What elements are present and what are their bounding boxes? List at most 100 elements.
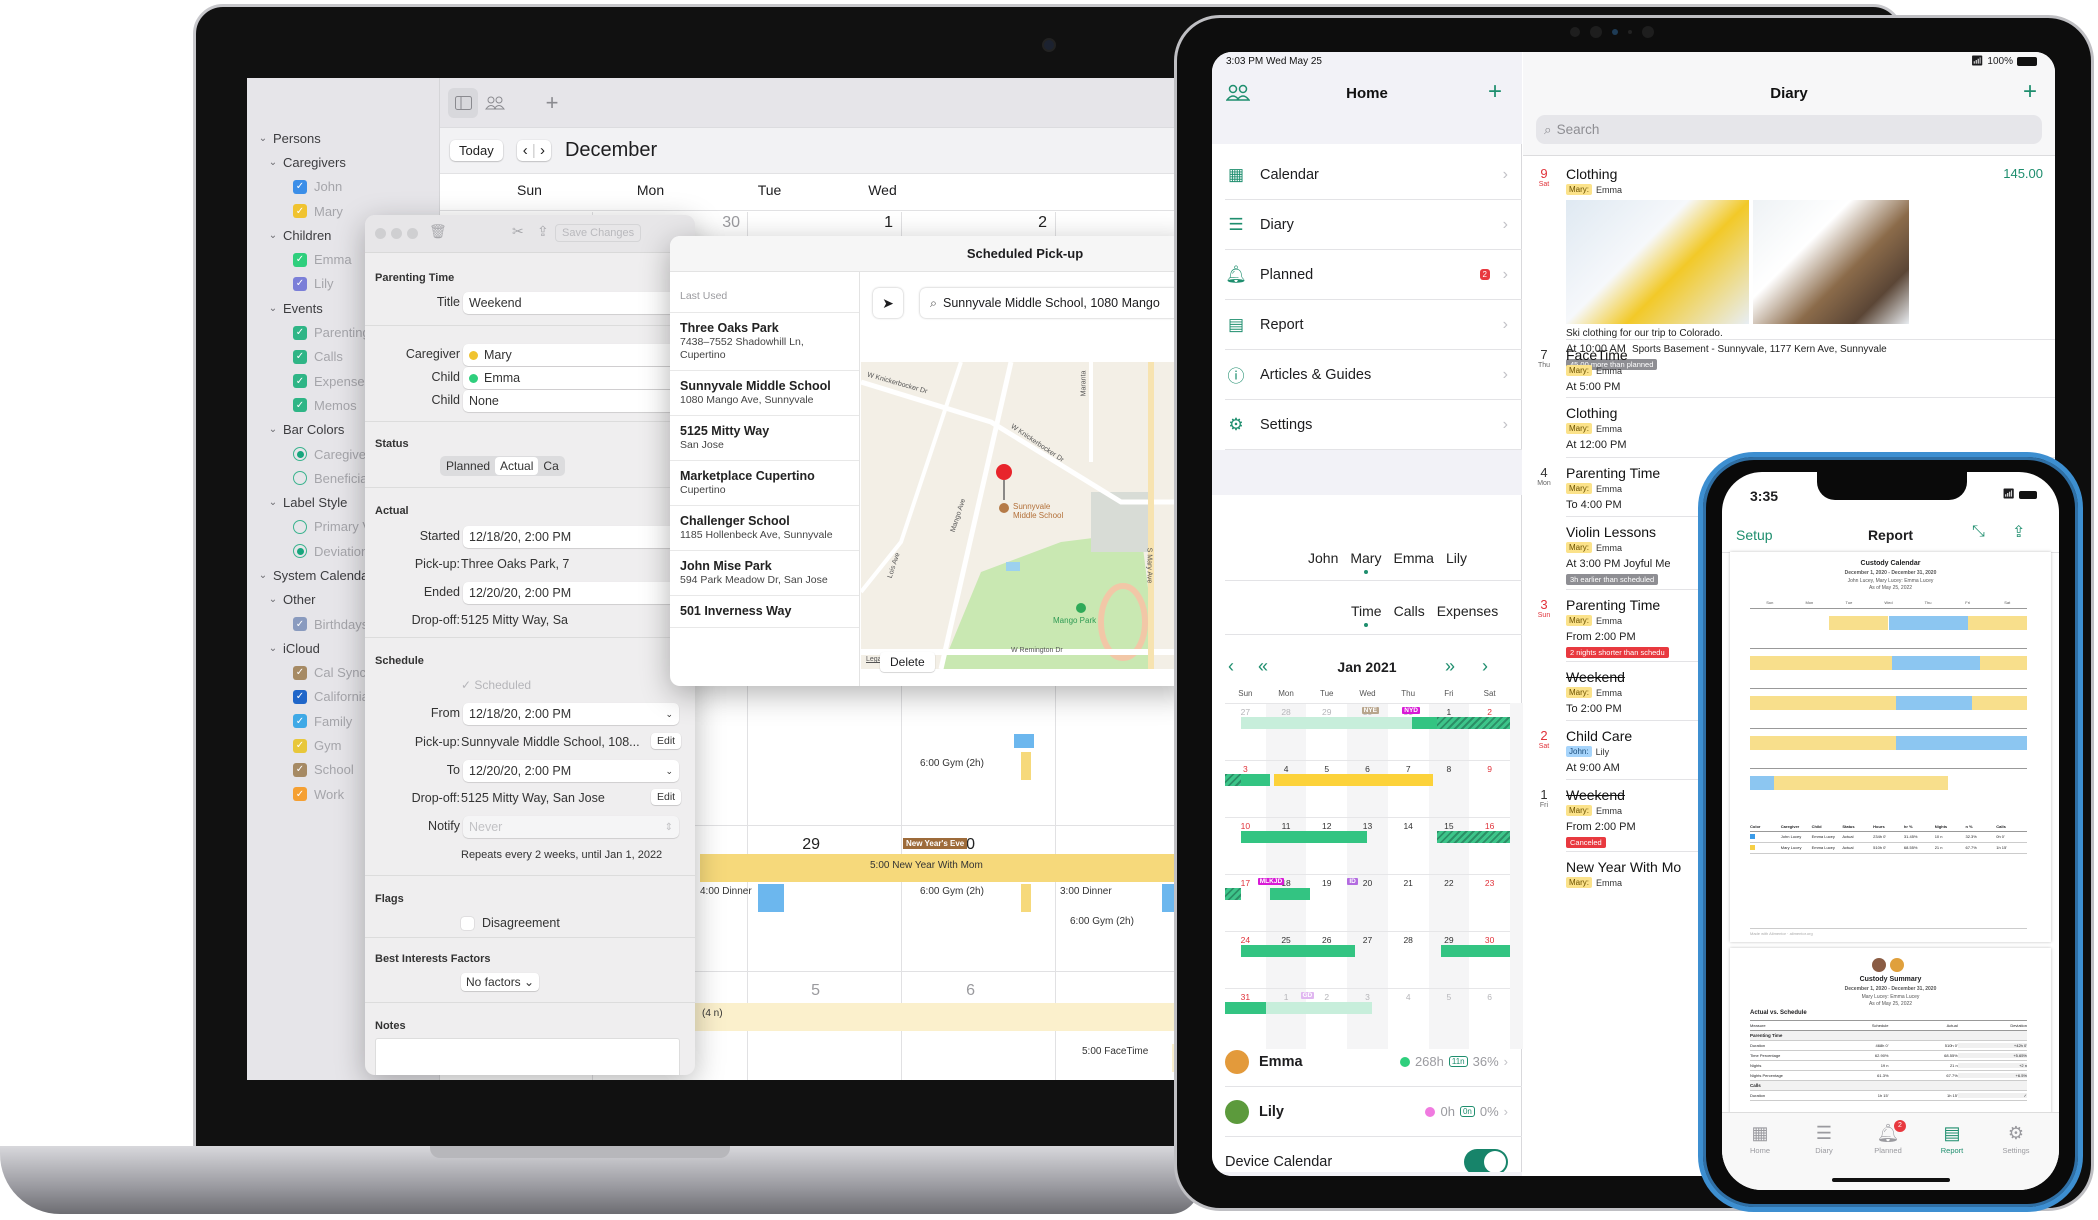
- checkbox-icon[interactable]: ✓: [293, 398, 307, 413]
- calendar-event[interactable]: (4 n): [702, 1008, 723, 1019]
- calendar-day[interactable]: 3: [1225, 764, 1266, 774]
- expand-button[interactable]: ⤡: [1972, 523, 1985, 541]
- today-button[interactable]: Today: [450, 140, 503, 161]
- tools-icon[interactable]: ✂︎: [512, 223, 524, 240]
- tab-report[interactable]: ▤ Report: [1922, 1123, 1982, 1155]
- menu-item-planned[interactable]: 🔔︎ Planned 2 ›: [1225, 250, 1522, 300]
- location-item[interactable]: Challenger School 1185 Hollenbeck Ave, Su…: [670, 506, 859, 551]
- calendar-event[interactable]: 5:00 FaceTime: [1082, 1046, 1148, 1057]
- status-option[interactable]: Planned: [441, 457, 495, 475]
- parenting-bar[interactable]: [1225, 888, 1242, 900]
- calendar-day[interactable]: 22: [1429, 878, 1470, 888]
- calendar-event[interactable]: 6:00 Gym (2h): [1070, 916, 1134, 927]
- add-button[interactable]: +: [1488, 78, 1502, 106]
- parenting-bar[interactable]: [1440, 945, 1510, 957]
- calendar-day[interactable]: 5: [1306, 764, 1347, 774]
- radio-icon[interactable]: [293, 447, 307, 461]
- parenting-bar[interactable]: [1412, 717, 1437, 729]
- add-button[interactable]: +: [537, 88, 567, 118]
- prev-month-button[interactable]: ‹: [523, 142, 528, 159]
- calendar-day[interactable]: 11: [1266, 821, 1307, 831]
- calendar-day[interactable]: 30: [1469, 935, 1510, 945]
- tab-settings[interactable]: ⚙ Settings: [1986, 1123, 2046, 1155]
- chevron-down-icon[interactable]: ⌄: [257, 133, 269, 144]
- location-item[interactable]: Sunnyvale Middle School 1080 Mango Ave, S…: [670, 371, 859, 416]
- child-row[interactable]: Lily 0h 0n 0% ›: [1225, 1087, 1522, 1137]
- checkbox-icon[interactable]: ✓: [293, 276, 307, 291]
- calendar-day[interactable]: 19: [1306, 878, 1347, 888]
- calendar-day[interactable]: 5: [1429, 992, 1470, 1002]
- calendar-day[interactable]: 9: [1469, 764, 1510, 774]
- notify-select[interactable]: Never ⇕: [463, 816, 679, 838]
- location-item[interactable]: 501 Inverness Way: [670, 596, 859, 628]
- tab-home[interactable]: ▦ Home: [1730, 1123, 1790, 1155]
- from-date-picker[interactable]: 12/18/20, 2:00 PM ⌄: [463, 703, 679, 725]
- photo[interactable]: [1753, 200, 1909, 324]
- checkbox-icon[interactable]: ✓: [293, 252, 307, 267]
- child-select[interactable]: None: [463, 390, 695, 412]
- chevron-down-icon[interactable]: ⌄: [257, 570, 269, 581]
- chevron-down-icon[interactable]: ⌄: [267, 594, 279, 605]
- next-year-button[interactable]: »: [1445, 656, 1455, 677]
- add-entry-button[interactable]: +: [2023, 78, 2037, 106]
- share-button[interactable]: ⇪: [2012, 522, 2025, 542]
- calendar-day[interactable]: 23: [1469, 878, 1510, 888]
- type-selector[interactable]: Time Calls Expenses: [1351, 603, 1498, 627]
- checkbox-icon[interactable]: ✓: [293, 179, 307, 194]
- save-changes-button[interactable]: Save Changes: [555, 224, 642, 242]
- location-item[interactable]: Marketplace Cupertino Cupertino: [670, 461, 859, 506]
- person-selector[interactable]: John Mary Emma Lily: [1308, 550, 1467, 574]
- calendar-day[interactable]: 15: [1429, 821, 1470, 831]
- sidebar-toggle-button[interactable]: [448, 88, 478, 118]
- delete-button[interactable]: Delete: [880, 652, 935, 672]
- calendar-day[interactable]: 6: [1469, 992, 1510, 1002]
- calendar-day[interactable]: 29: [1306, 707, 1347, 717]
- calendar-day[interactable]: 26: [1306, 935, 1347, 945]
- sidebar-item[interactable]: ✓ John: [247, 175, 439, 199]
- chevron-down-icon[interactable]: ⌄: [267, 230, 279, 241]
- chevron-down-icon[interactable]: ⌄: [267, 157, 279, 168]
- report-page-calendar[interactable]: Custody Calendar December 1, 2020 - Dece…: [1730, 552, 2051, 942]
- calendar-day[interactable]: 31: [1225, 992, 1266, 1002]
- person-option[interactable]: Mary: [1350, 550, 1381, 574]
- calendar-day[interactable]: 12: [1306, 821, 1347, 831]
- calendar-day[interactable]: 25: [1266, 935, 1307, 945]
- trash-icon[interactable]: 🗑︎: [429, 223, 447, 240]
- status-option-selected[interactable]: Actual: [495, 457, 539, 475]
- menu-item-report[interactable]: ▤ Report ›: [1225, 300, 1522, 350]
- checkbox-icon[interactable]: ✓: [293, 665, 307, 680]
- calendar-event[interactable]: 6:00 Gym (2h): [920, 886, 984, 897]
- calendar-day[interactable]: 21: [1388, 878, 1429, 888]
- chevron-down-icon[interactable]: ⌄: [267, 497, 279, 508]
- diary-entry[interactable]: 7 Thu FaceTime Mary: Emma At 5:00 PM: [1523, 345, 2055, 405]
- menu-item-articles-guides[interactable]: ⓘ Articles & Guides ›: [1225, 350, 1522, 400]
- to-date-picker[interactable]: 12/20/20, 2:00 PM ⌄: [463, 760, 679, 782]
- location-item[interactable]: John Mise Park 594 Park Meadow Dr, San Jo…: [670, 551, 859, 596]
- calendar-day[interactable]: 24: [1225, 935, 1266, 945]
- calendar-day[interactable]: 27: [1347, 935, 1388, 945]
- calendar-day[interactable]: 8: [1429, 764, 1470, 774]
- parenting-bar[interactable]: [1225, 774, 1242, 786]
- person-option[interactable]: Emma: [1393, 550, 1433, 566]
- checkbox-icon[interactable]: ✓: [293, 689, 307, 704]
- calendar-day[interactable]: 10: [1225, 821, 1266, 831]
- factors-dropdown[interactable]: No factors ⌄: [461, 973, 540, 991]
- next-month-button[interactable]: ›: [540, 142, 545, 159]
- type-option[interactable]: Time: [1351, 603, 1382, 627]
- photo[interactable]: [1566, 200, 1749, 324]
- report-page-summary[interactable]: Custody Summary December 1, 2020 - Decem…: [1730, 948, 2051, 1118]
- started-field[interactable]: 12/18/20, 2:00 PM: [463, 526, 695, 548]
- menu-item-calendar[interactable]: ▦ Calendar ›: [1225, 150, 1522, 200]
- status-option[interactable]: Ca: [538, 457, 563, 475]
- checkbox-icon[interactable]: ✓: [293, 349, 307, 364]
- next-month-button[interactable]: ›: [1482, 656, 1488, 677]
- parenting-bar[interactable]: [1241, 774, 1270, 786]
- calendar-day[interactable]: 3: [1347, 992, 1388, 1002]
- checkbox-icon[interactable]: ✓: [293, 374, 307, 389]
- diary-search-input[interactable]: ⌕ Search: [1536, 115, 2042, 144]
- location-item[interactable]: Three Oaks Park 7438–7552 Shadowhill Ln, …: [670, 313, 859, 371]
- child-select[interactable]: Emma: [463, 367, 695, 389]
- parenting-bar[interactable]: [1436, 831, 1510, 843]
- parenting-bar[interactable]: [1269, 888, 1311, 900]
- parenting-bar[interactable]: [1241, 831, 1368, 843]
